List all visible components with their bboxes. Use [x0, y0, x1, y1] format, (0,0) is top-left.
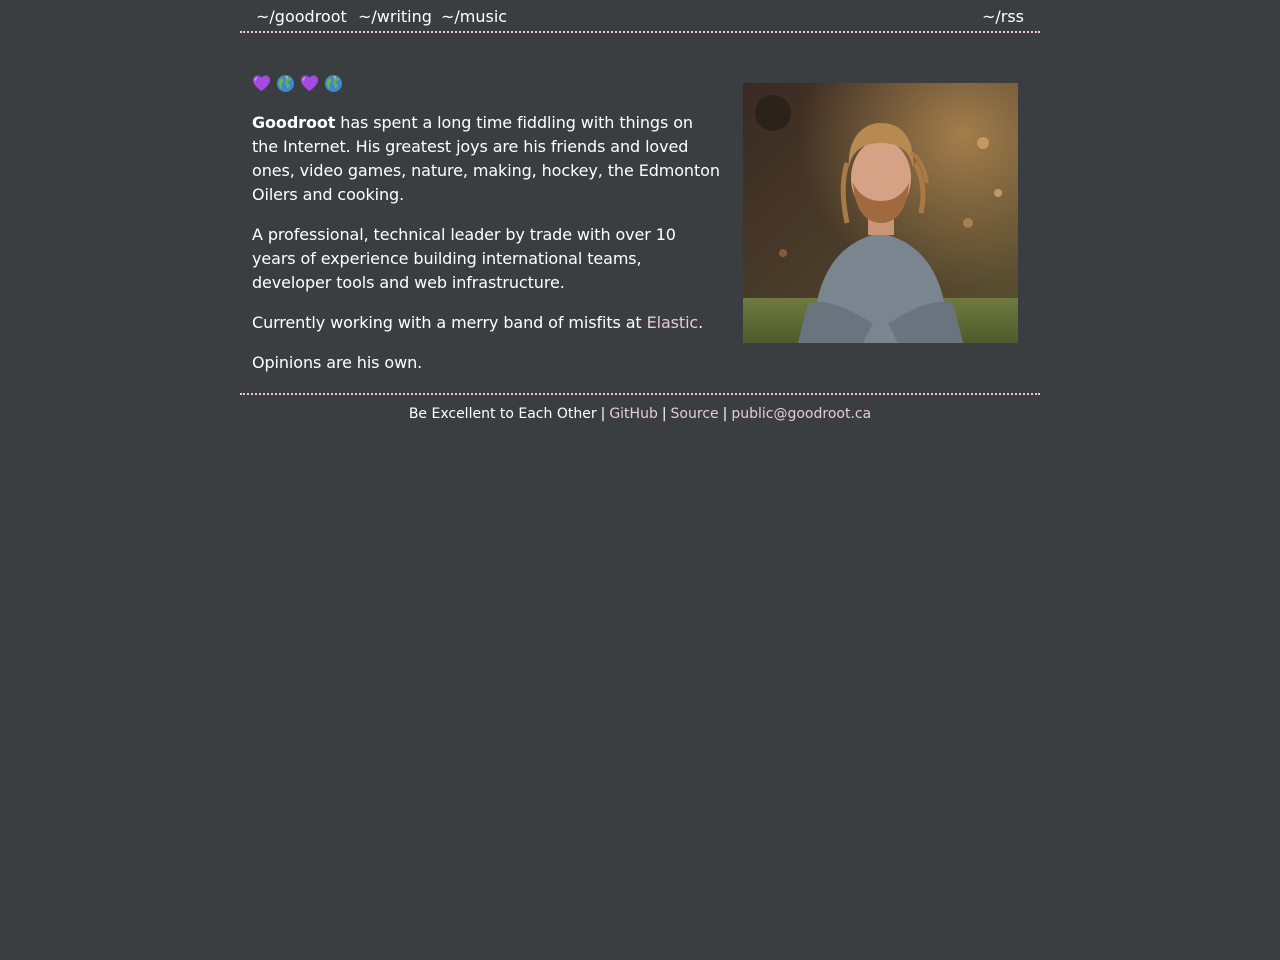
- nav-music-link[interactable]: ~/music: [441, 7, 507, 27]
- nav-home-link[interactable]: ~/goodroot: [256, 7, 347, 27]
- opinions-paragraph: Opinions are his own.: [252, 353, 423, 372]
- github-link[interactable]: GitHub: [609, 406, 658, 422]
- footer-motto: Be Excellent to Each Other: [408, 406, 597, 422]
- author-name: Goodroot: [252, 113, 336, 132]
- purple-heart-icon: [252, 74, 271, 91]
- earth-globe-icon: [276, 74, 295, 92]
- footer-separator: |: [661, 406, 667, 422]
- emoji-row: [252, 71, 722, 95]
- source-link[interactable]: Source: [671, 406, 719, 422]
- intro-section: Goodroot has spent a long time fiddling …: [240, 33, 1040, 393]
- portrait-image: [743, 83, 1018, 343]
- footer-separator: |: [722, 406, 728, 422]
- footer: Be Excellent to Each Other | GitHub | Source…: [240, 393, 1040, 424]
- current-work-paragraph: Currently working with a merry band of m…: [252, 311, 722, 335]
- professional-paragraph: A professional, technical leader by trad…: [252, 225, 676, 292]
- current-work-prefix: Currently working with a merry band of m…: [252, 313, 647, 332]
- purple-heart-icon: [300, 74, 319, 91]
- elastic-link[interactable]: Elastic: [647, 313, 699, 332]
- nav-writing-link[interactable]: ~/writing: [358, 7, 432, 27]
- earth-globe-icon: [324, 74, 343, 92]
- top-nav: ~/goodroot ~/writing ~/music ~/rss: [240, 0, 1040, 33]
- page: ~/goodroot ~/writing ~/music ~/rss Goodr…: [240, 0, 1040, 424]
- profile-photo: [743, 83, 1018, 343]
- footer-separator: |: [600, 406, 606, 422]
- intro-text: Goodroot has spent a long time fiddling …: [252, 71, 722, 391]
- email-link[interactable]: public@goodroot.ca: [731, 406, 871, 422]
- current-work-suffix: .: [698, 313, 704, 332]
- bio-paragraph: Goodroot has spent a long time fiddling …: [252, 111, 722, 207]
- nav-rss-link[interactable]: ~/rss: [982, 7, 1024, 27]
